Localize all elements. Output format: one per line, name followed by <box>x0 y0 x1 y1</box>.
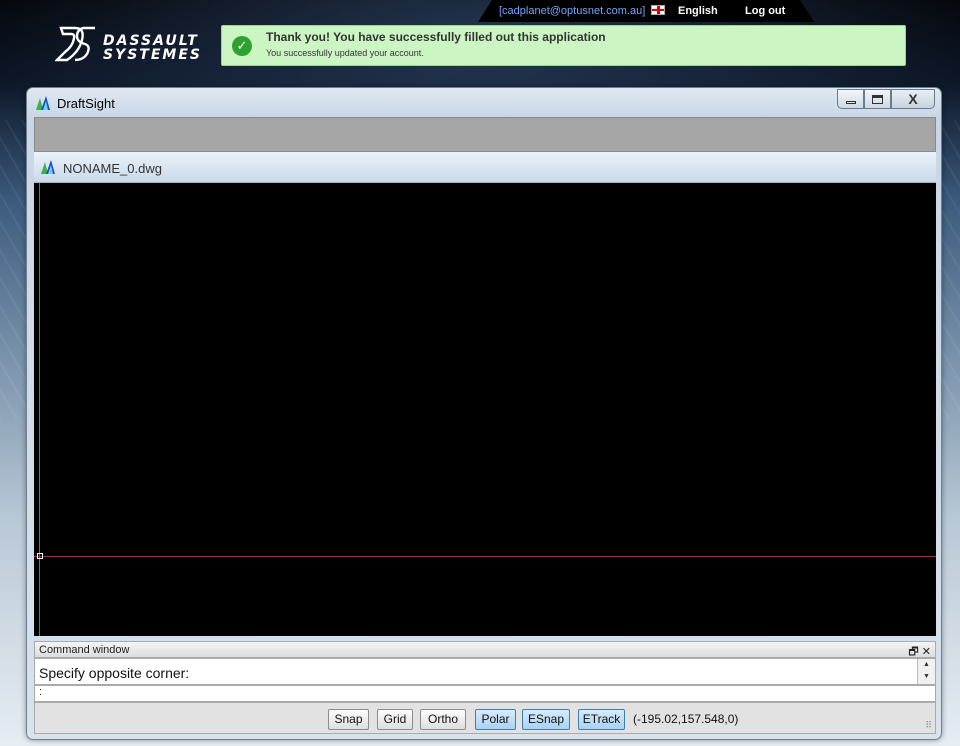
account-email-link[interactable]: [cadplanet@optusnet.com.au] <box>499 5 645 17</box>
brand-line2: SYSTEMES <box>103 47 202 63</box>
etrack-toggle[interactable]: ETrack <box>578 709 625 730</box>
language-link[interactable]: English <box>678 5 718 17</box>
account-topbar: [cadplanet@optusnet.com.au] English Log … <box>478 0 814 22</box>
window-title: DraftSight <box>57 96 115 111</box>
draftsight-document-icon <box>41 160 55 174</box>
draftsight-icon <box>36 96 50 110</box>
command-window-label: Command window <box>39 644 130 656</box>
command-output-text: Specify opposite corner: <box>39 665 190 681</box>
drawing-canvas[interactable] <box>34 183 936 636</box>
maximize-icon <box>872 94 883 104</box>
notice-subtitle: You successfully updated your account. <box>266 48 424 58</box>
toolbar-area <box>34 117 936 152</box>
coordinate-readout: (-195.02,157.548,0) <box>633 712 739 726</box>
notice-title: Thank you! You have successfully filled … <box>266 30 606 44</box>
check-circle-icon: ✓ <box>232 36 252 56</box>
minimize-icon <box>845 100 856 104</box>
draftsight-window: DraftSight X NONAME_0.dwg Command window… <box>26 87 942 740</box>
command-window-header: Command window 🗗 ✕ <box>34 641 936 658</box>
command-input[interactable]: : <box>34 685 936 702</box>
document-name: NONAME_0.dwg <box>63 161 162 176</box>
close-button[interactable]: X <box>891 89 935 109</box>
minimize-button[interactable] <box>837 89 864 109</box>
y-axis-line <box>39 183 40 636</box>
document-tab[interactable]: NONAME_0.dwg <box>34 152 936 183</box>
ortho-toggle[interactable]: Ortho <box>420 709 466 730</box>
logout-link[interactable]: Log out <box>745 5 785 17</box>
cursor-pickbox <box>37 553 43 559</box>
maximize-button[interactable] <box>864 89 891 109</box>
uk-flag-icon <box>651 5 665 15</box>
grid-toggle[interactable]: Grid <box>377 709 413 730</box>
window-controls: X <box>837 89 935 111</box>
ds-logo-mark-icon <box>55 26 95 62</box>
success-notice: ✓ Thank you! You have successfully fille… <box>221 25 906 66</box>
snap-toggle[interactable]: Snap <box>328 709 369 730</box>
command-output: Specify opposite corner: ▲ ▼ <box>34 658 936 685</box>
resize-grip-icon[interactable]: ⠿ <box>925 720 932 731</box>
x-axis-line <box>34 556 936 557</box>
command-prompt: : <box>39 686 43 698</box>
command-scrollbar[interactable]: ▲ ▼ <box>917 659 935 684</box>
polar-toggle[interactable]: Polar <box>475 709 516 730</box>
esnap-toggle[interactable]: ESnap <box>522 709 570 730</box>
dassault-systemes-logo[interactable]: DASSAULT SYSTEMES <box>55 22 215 68</box>
status-bar: Snap Grid Ortho Polar ESnap ETrack (-195… <box>34 702 936 734</box>
